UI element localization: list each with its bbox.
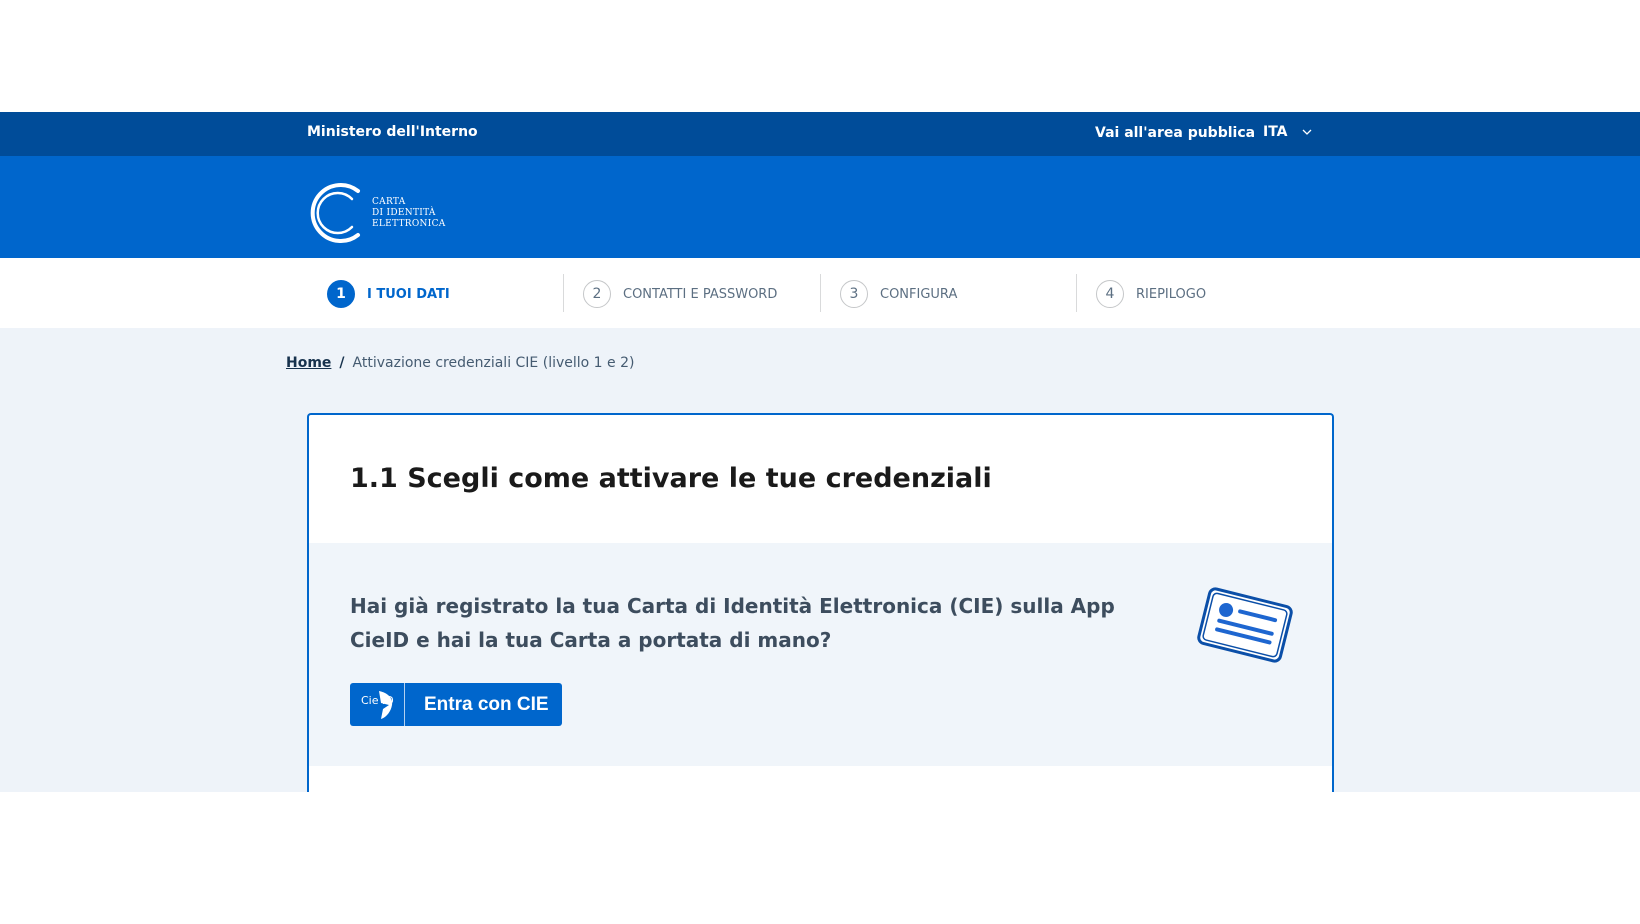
main-content: Home / Attivazione credenziali CIE (live… [0,328,1640,792]
step-number: 3 [840,280,868,308]
cie-logo-icon [310,183,360,243]
step-divider [563,274,564,312]
institutional-header: Ministero dell'Interno Vai all'area pubb… [0,112,1640,156]
enter-with-cie-button[interactable]: Cie ID Entra con CIE [350,683,562,726]
brand-header: CARTA DI IDENTITÀ ELETTRONICA [0,156,1640,258]
logo-wordmark: CARTA DI IDENTITÀ ELETTRONICA [372,196,446,229]
step-number: 2 [583,280,611,308]
step-label: I TUOI DATI [367,286,450,302]
svg-text:Cie ID: Cie ID [361,694,394,707]
breadcrumb-current: Attivazione credenziali CIE (livello 1 e… [352,355,635,371]
language-label: ITA [1263,124,1288,140]
step-number: 4 [1096,280,1124,308]
language-selector[interactable]: ITA [1263,124,1312,140]
step-configura: 3 CONFIGURA [840,280,957,308]
step-number: 1 [327,280,355,308]
progress-stepper: 1 I TUOI DATI 2 CONTATTI E PASSWORD 3 CO… [0,258,1640,328]
step-label: CONFIGURA [880,286,958,302]
ministry-name: Ministero dell'Interno [307,124,478,140]
step-contatti-e-password: 2 CONTATTI E PASSWORD [583,280,777,308]
step-divider [1076,274,1077,312]
public-area-link[interactable]: Vai all'area pubblica [1095,125,1255,141]
cieid-logo-icon: Cie ID [350,683,405,726]
breadcrumb-separator: / [339,355,345,371]
breadcrumb: Home / Attivazione credenziali CIE (live… [286,355,634,371]
cie-app-option-panel: Hai già registrato la tua Carta di Ident… [309,543,1332,766]
step-label: CONTATTI E PASSWORD [623,286,778,302]
step-i-tuoi-dati: 1 I TUOI DATI [327,280,450,308]
card-title: 1.1 Scegli come attivare le tue credenzi… [350,463,992,494]
step-riepilogo: 4 RIEPILOGO [1096,280,1206,308]
id-card-icon [1197,587,1293,663]
cie-app-question: Hai già registrato la tua Carta di Ident… [350,594,1115,652]
cie-logo[interactable]: CARTA DI IDENTITÀ ELETTRONICA [302,179,446,247]
step-divider [820,274,821,312]
step-label: RIEPILOGO [1136,286,1207,302]
chevron-down-icon [1302,129,1311,135]
activation-card: 1.1 Scegli come attivare le tue credenzi… [307,413,1334,792]
breadcrumb-home-link[interactable]: Home [286,355,331,371]
enter-with-cie-label: Entra con CIE [424,693,549,715]
